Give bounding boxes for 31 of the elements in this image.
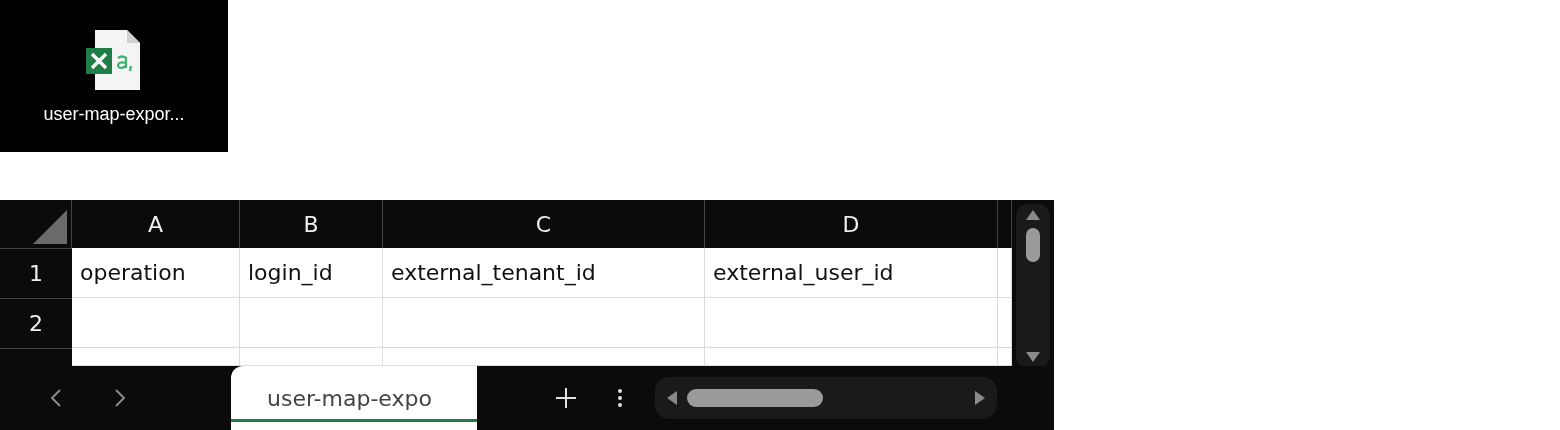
scroll-up-icon[interactable]: [1024, 208, 1042, 222]
table-cell[interactable]: [383, 348, 705, 366]
table-cell[interactable]: [383, 298, 705, 348]
table-cell[interactable]: [998, 348, 1012, 366]
table-cell[interactable]: [705, 348, 998, 366]
table-cell[interactable]: [705, 298, 998, 348]
add-sheet-icon[interactable]: [555, 387, 577, 409]
scroll-right-icon[interactable]: [973, 389, 987, 407]
table-cell[interactable]: [240, 348, 383, 366]
table-cell[interactable]: external_tenant_id: [383, 248, 705, 298]
table-cell[interactable]: [72, 348, 240, 366]
file-name[interactable]: user-map-expor...: [43, 104, 185, 125]
table-cell[interactable]: login_id: [240, 248, 383, 298]
more-options-icon[interactable]: [617, 387, 623, 409]
scroll-left-icon[interactable]: [665, 389, 679, 407]
spreadsheet-file-icon[interactable]: [85, 28, 143, 92]
previous-sheet-icon[interactable]: [49, 387, 63, 409]
scroll-thumb[interactable]: [687, 389, 823, 407]
table-cell[interactable]: [998, 298, 1012, 348]
sheet-tab[interactable]: user-map-expo: [231, 366, 477, 430]
table-cell[interactable]: operation: [72, 248, 240, 298]
scroll-thumb[interactable]: [1026, 228, 1040, 262]
table-cell[interactable]: external_user_id: [705, 248, 998, 298]
vertical-scrollbar[interactable]: [1016, 204, 1050, 366]
table-cell[interactable]: [72, 298, 240, 348]
horizontal-scrollbar[interactable]: [655, 377, 997, 419]
next-sheet-icon[interactable]: [113, 387, 127, 409]
scroll-down-icon[interactable]: [1024, 350, 1042, 364]
table-cell[interactable]: [240, 298, 383, 348]
select-all-icon[interactable]: [33, 210, 67, 244]
table-cell[interactable]: [998, 248, 1012, 298]
